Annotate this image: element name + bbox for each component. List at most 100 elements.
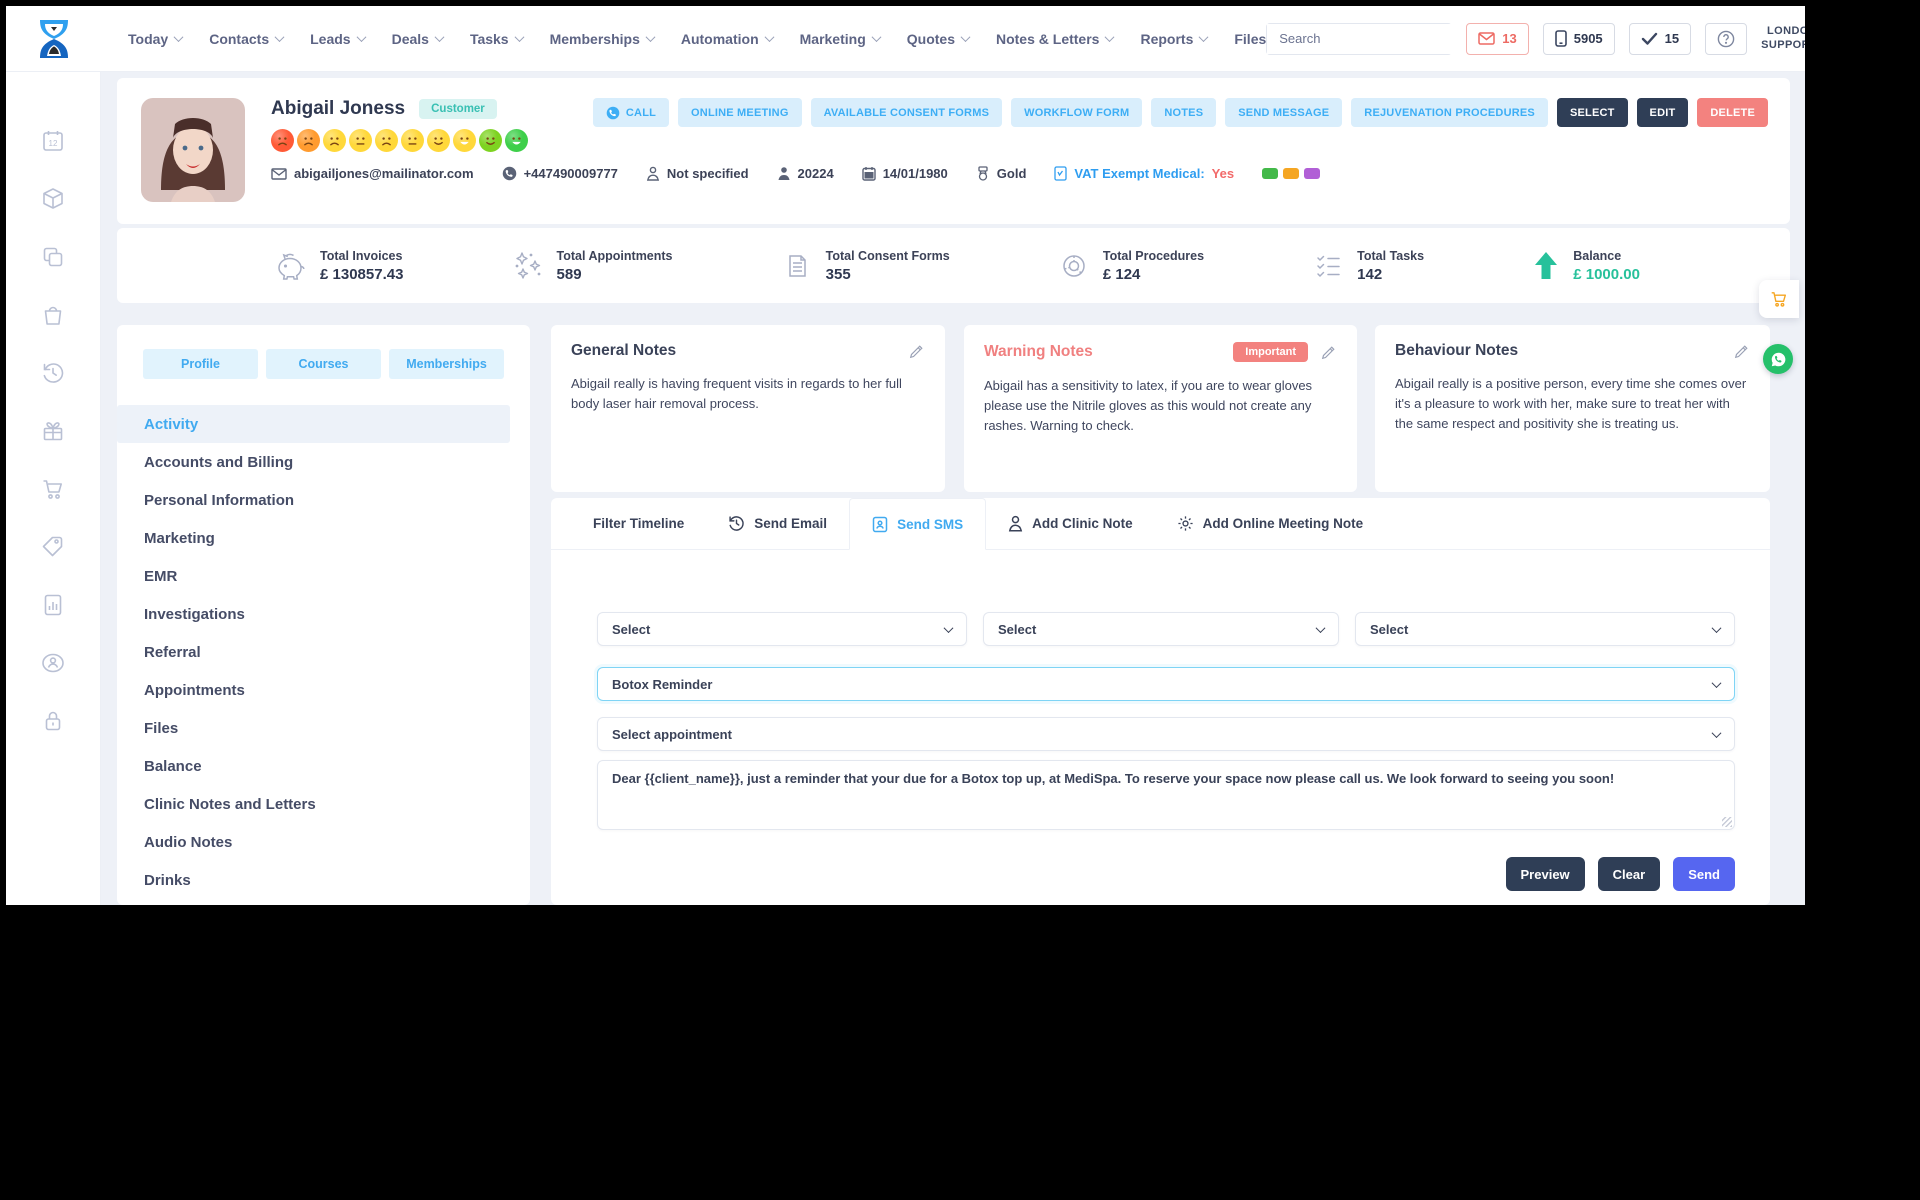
help-button[interactable] bbox=[1705, 23, 1747, 55]
menu-item-marketing[interactable]: Marketing bbox=[117, 519, 530, 557]
sms-select-2[interactable]: Select bbox=[983, 612, 1339, 646]
tab-send-email[interactable]: Send Email bbox=[706, 498, 849, 549]
tab-courses[interactable]: Courses bbox=[266, 349, 381, 379]
delete-button[interactable]: DELETE bbox=[1697, 98, 1768, 127]
menu-item-accounts-billing[interactable]: Accounts and Billing bbox=[117, 443, 530, 481]
menu-item-investigations[interactable]: Investigations bbox=[117, 595, 530, 633]
copy-icon[interactable] bbox=[40, 244, 66, 270]
select-button[interactable]: SELECT bbox=[1557, 98, 1628, 127]
clear-button[interactable]: Clear bbox=[1598, 857, 1661, 891]
nav-item-tasks[interactable]: Tasks bbox=[470, 31, 523, 47]
tab-profile[interactable]: Profile bbox=[143, 349, 258, 379]
mood-face-3[interactable] bbox=[323, 129, 346, 152]
stat-total-tasks: Total Tasks142 bbox=[1311, 249, 1424, 283]
behaviour-notes-title: Behaviour Notes bbox=[1395, 342, 1518, 360]
tab-filter-timeline[interactable]: Filter Timeline bbox=[571, 498, 706, 549]
menu-item-personal-information[interactable]: Personal Information bbox=[117, 481, 530, 519]
history-icon[interactable] bbox=[40, 360, 66, 386]
app-logo-icon[interactable] bbox=[32, 12, 76, 66]
menu-item-referral[interactable]: Referral bbox=[117, 633, 530, 671]
patient-email[interactable]: abigailjones@mailinator.com bbox=[271, 166, 474, 181]
tasks-badge[interactable]: 15 bbox=[1629, 23, 1691, 55]
menu-item-balance[interactable]: Balance bbox=[117, 747, 530, 785]
search-input[interactable] bbox=[1267, 24, 1467, 54]
gift-icon[interactable] bbox=[40, 418, 66, 444]
edit-pencil-icon[interactable] bbox=[1733, 343, 1750, 360]
online-meeting-button[interactable]: ONLINE MEETING bbox=[678, 98, 802, 127]
mood-face-7[interactable] bbox=[427, 129, 450, 152]
mood-face-9[interactable] bbox=[479, 129, 502, 152]
mood-face-6[interactable] bbox=[401, 129, 424, 152]
patient-photo[interactable] bbox=[141, 98, 245, 202]
sms-select-3[interactable]: Select bbox=[1355, 612, 1735, 646]
menu-item-emr[interactable]: EMR bbox=[117, 557, 530, 595]
location-line1: LONDON bbox=[1761, 25, 1805, 39]
messages-badge[interactable]: 13 bbox=[1466, 23, 1528, 55]
user-circle-icon[interactable] bbox=[40, 650, 66, 676]
label-swatch-purple[interactable] bbox=[1304, 168, 1320, 179]
nav-item-today[interactable]: Today bbox=[128, 31, 182, 47]
mood-face-1[interactable] bbox=[271, 129, 294, 152]
menu-item-files[interactable]: Files bbox=[117, 709, 530, 747]
tab-send-sms[interactable]: Send SMS bbox=[849, 498, 986, 550]
template-select[interactable]: Botox Reminder bbox=[597, 667, 1735, 701]
rejuvenation-button[interactable]: REJUVENATION PROCEDURES bbox=[1351, 98, 1548, 127]
bag-icon[interactable] bbox=[40, 302, 66, 328]
nav-item-quotes[interactable]: Quotes bbox=[907, 31, 969, 47]
sms-message-input[interactable]: Dear {{client_name}}, just a reminder th… bbox=[597, 760, 1735, 830]
chevron-down-icon bbox=[514, 32, 524, 42]
consent-forms-button[interactable]: AVAILABLE CONSENT FORMS bbox=[811, 98, 1003, 127]
nav-item-deals[interactable]: Deals bbox=[392, 31, 443, 47]
preview-button[interactable]: Preview bbox=[1506, 857, 1585, 891]
lock-icon[interactable] bbox=[40, 708, 66, 734]
chevron-down-icon bbox=[645, 32, 655, 42]
icon-rail: 12 bbox=[6, 72, 101, 905]
phone-count: 5905 bbox=[1574, 31, 1603, 46]
tab-add-online-meeting-note[interactable]: Add Online Meeting Note bbox=[1155, 498, 1386, 549]
package-icon[interactable] bbox=[40, 186, 66, 212]
menu-item-appointments[interactable]: Appointments bbox=[117, 671, 530, 709]
edit-pencil-icon[interactable] bbox=[1320, 344, 1337, 361]
call-button[interactable]: CALL bbox=[593, 98, 669, 127]
patient-phone[interactable]: +447490009777 bbox=[502, 166, 618, 181]
tab-add-clinic-note[interactable]: Add Clinic Note bbox=[986, 498, 1155, 549]
client-id-text: 20224 bbox=[798, 166, 834, 181]
appointment-select[interactable]: Select appointment bbox=[597, 717, 1735, 751]
label-swatch-orange[interactable] bbox=[1283, 168, 1299, 179]
menu-item-clinic-notes-letters[interactable]: Clinic Notes and Letters bbox=[117, 785, 530, 823]
mood-face-8[interactable] bbox=[453, 129, 476, 152]
mood-face-2[interactable] bbox=[297, 129, 320, 152]
nav-item-memberships[interactable]: Memberships bbox=[550, 31, 654, 47]
chart-icon[interactable] bbox=[40, 592, 66, 618]
nav-item-contacts[interactable]: Contacts bbox=[209, 31, 283, 47]
label-swatch-green[interactable] bbox=[1262, 168, 1278, 179]
nav-item-reports[interactable]: Reports bbox=[1140, 31, 1207, 47]
mood-face-5[interactable] bbox=[375, 129, 398, 152]
tab-memberships[interactable]: Memberships bbox=[389, 349, 504, 379]
nav-item-leads[interactable]: Leads bbox=[310, 31, 364, 47]
nav-item-notes-letters[interactable]: Notes & Letters bbox=[996, 31, 1113, 47]
workflow-form-button[interactable]: WORKFLOW FORM bbox=[1011, 98, 1142, 127]
sms-select-1[interactable]: Select bbox=[597, 612, 967, 646]
calendar-icon[interactable]: 12 bbox=[40, 128, 66, 154]
whatsapp-button[interactable] bbox=[1763, 344, 1793, 374]
nav-item-files[interactable]: Files bbox=[1234, 31, 1266, 47]
floating-cart-button[interactable] bbox=[1759, 280, 1799, 318]
notes-button[interactable]: NOTES bbox=[1151, 98, 1216, 127]
menu-item-drinks[interactable]: Drinks bbox=[117, 861, 530, 899]
menu-item-audio-notes[interactable]: Audio Notes bbox=[117, 823, 530, 861]
tag-icon[interactable] bbox=[40, 534, 66, 560]
mood-face-10[interactable] bbox=[505, 129, 528, 152]
warning-notes-body: Abigail has a sensitivity to latex, if y… bbox=[984, 376, 1337, 436]
send-button[interactable]: Send bbox=[1673, 857, 1735, 891]
menu-item-activity[interactable]: Activity bbox=[117, 405, 510, 443]
cart-icon[interactable] bbox=[40, 476, 66, 502]
nav-item-marketing[interactable]: Marketing bbox=[800, 31, 880, 47]
nav-item-automation[interactable]: Automation bbox=[681, 31, 773, 47]
edit-pencil-icon[interactable] bbox=[908, 343, 925, 360]
chevron-down-icon bbox=[1316, 623, 1326, 633]
phone-badge[interactable]: 5905 bbox=[1543, 23, 1615, 55]
send-message-button[interactable]: SEND MESSAGE bbox=[1225, 98, 1342, 127]
edit-button[interactable]: EDIT bbox=[1637, 98, 1689, 127]
mood-face-4[interactable] bbox=[349, 129, 372, 152]
